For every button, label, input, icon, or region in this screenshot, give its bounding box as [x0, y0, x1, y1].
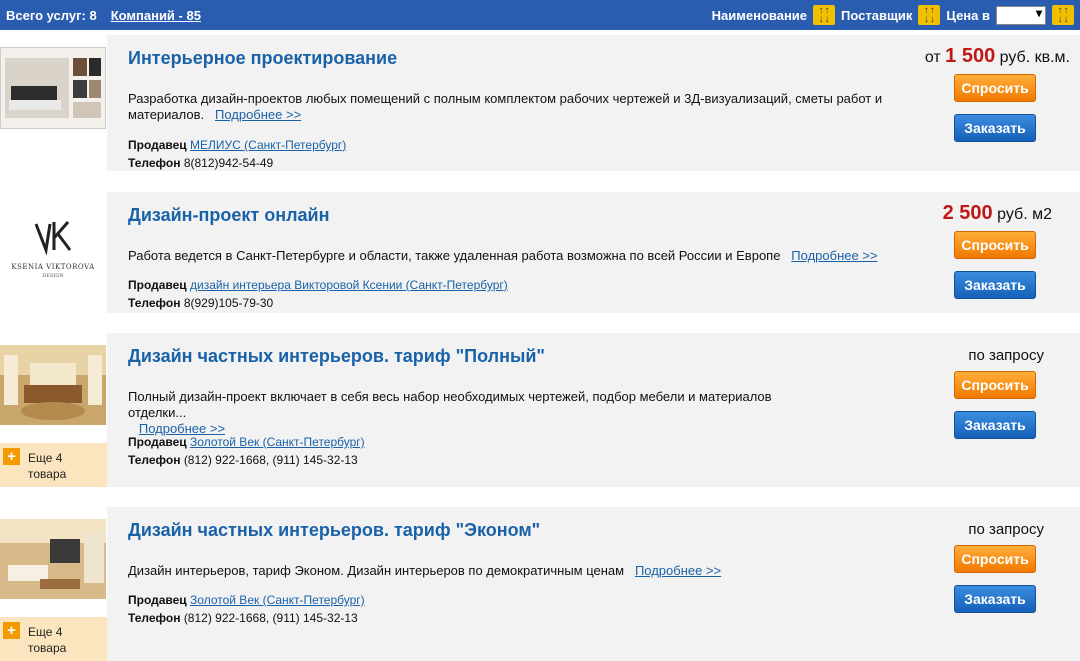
seller-link[interactable]: МЕЛИУС (Санкт-Петербург): [190, 138, 346, 152]
price-value: 2 500: [942, 202, 993, 224]
item-description: Разработка дизайн-проектов любых помещен…: [128, 91, 883, 122]
companies-link[interactable]: Компаний - 85: [111, 8, 201, 23]
item-title[interactable]: Дизайн-проект онлайн: [128, 205, 330, 226]
item-thumbnail[interactable]: [0, 47, 106, 129]
more-goods-text: Еще 4 товара: [28, 451, 67, 481]
sort-az-icon[interactable]: ↑ ↓ ↑ ↓: [1052, 5, 1074, 25]
phone-label: Телефон: [128, 296, 181, 310]
list-item: + Еще 4 товара Дизайн частных интерьеров…: [0, 507, 1080, 661]
seller-link[interactable]: Золотой Век (Санкт-Петербург): [190, 435, 365, 449]
seller-label: Продавец: [128, 278, 187, 292]
phone-value: (812) 922-1668, (911) 145-32-13: [183, 611, 358, 625]
order-button[interactable]: Заказать: [954, 585, 1036, 613]
ask-button[interactable]: Спросить: [954, 545, 1036, 573]
phone-line: Телефон (812) 922-1668, (911) 145-32-13: [128, 611, 358, 625]
seller-label: Продавец: [128, 593, 187, 607]
more-link[interactable]: Подробнее >>: [215, 107, 301, 122]
item-title[interactable]: Интерьерное проектирование: [128, 48, 397, 69]
more-link[interactable]: Подробнее >>: [139, 421, 225, 436]
item-description: Полный дизайн-проект включает в себя вес…: [128, 389, 772, 436]
order-button[interactable]: Заказать: [954, 114, 1036, 142]
phone-label: Телефон: [128, 453, 181, 467]
order-button[interactable]: Заказать: [954, 271, 1036, 299]
item-card: Дизайн частных интерьеров. тариф "Полный…: [107, 333, 1080, 487]
plus-icon: +: [3, 448, 20, 465]
seller-line: Продавец Золотой Век (Санкт-Петербург): [128, 435, 365, 449]
seller-link[interactable]: Золотой Век (Санкт-Петербург): [190, 593, 365, 607]
item-description: Дизайн интерьеров, тариф Эконом. Дизайн …: [128, 563, 722, 578]
price-unit: руб. м2: [997, 206, 1052, 223]
ask-button[interactable]: Спросить: [954, 231, 1036, 259]
sort-by-supplier-label[interactable]: Поставщик: [841, 8, 912, 23]
item-price: 2 500 руб. м2: [943, 202, 1052, 225]
sort-by-name-label[interactable]: Наименование: [712, 8, 807, 23]
phone-line: Телефон (812) 922-1668, (911) 145-32-13: [128, 453, 358, 467]
ask-button[interactable]: Спросить: [954, 74, 1036, 102]
list-item: KSENIA VIKTOROVA DESIGN Дизайн-проект он…: [0, 192, 1080, 313]
services-total: Всего услуг: 8: [6, 7, 97, 23]
more-goods-badge[interactable]: + Еще 4 товара: [0, 443, 107, 487]
thumbnail-column: [0, 35, 108, 171]
phone-value: (812) 922-1668, (911) 145-32-13: [183, 453, 358, 467]
ask-button[interactable]: Спросить: [954, 371, 1036, 399]
item-price: по запросу: [968, 521, 1044, 538]
logo-text: KSENIA VIKTOROVA: [11, 263, 95, 271]
logo-subtext: DESIGN: [42, 273, 64, 279]
seller-line: Продавец МЕЛИУС (Санкт-Петербург): [128, 138, 346, 152]
item-thumbnail[interactable]: [0, 519, 106, 599]
currency-select[interactable]: [996, 5, 1046, 25]
item-description: Работа ведется в Санкт-Петербурге и обла…: [128, 248, 878, 263]
item-thumbnail[interactable]: [0, 345, 106, 425]
more-goods-badge[interactable]: + Еще 4 товара: [0, 617, 107, 661]
plus-icon: +: [3, 622, 20, 639]
phone-label: Телефон: [128, 156, 181, 170]
phone-value: 8(929)105-79-30: [183, 296, 274, 310]
top-bar: Всего услуг: 8 Компаний - 85 Наименовани…: [0, 0, 1080, 30]
item-card: Дизайн-проект онлайн Работа ведется в Са…: [107, 192, 1080, 313]
seller-label: Продавец: [128, 138, 187, 152]
list-item: + Еще 4 товара Дизайн частных интерьеров…: [0, 333, 1080, 487]
sort-az-icon[interactable]: ↑ ↓ ↑ ↓: [813, 5, 836, 25]
seller-link[interactable]: дизайн интерьера Викторовой Ксении (Санк…: [190, 278, 508, 292]
seller-line: Продавец дизайн интерьера Викторовой Ксе…: [128, 278, 508, 292]
sort-by-price-label[interactable]: Цена в: [946, 8, 990, 23]
phone-line: Телефон 8(812)942-54-49: [128, 156, 273, 170]
phone-label: Телефон: [128, 611, 181, 625]
list-item: Интерьерное проектирование Разработка ди…: [0, 35, 1080, 171]
item-card: Дизайн частных интерьеров. тариф "Эконом…: [107, 507, 1080, 661]
price-value: 1 500: [945, 45, 996, 67]
more-goods-text: Еще 4 товара: [28, 625, 67, 655]
sort-az-icon[interactable]: ↑ ↓ ↑ ↓: [918, 5, 941, 25]
item-price: по запросу: [968, 347, 1044, 364]
item-card: Интерьерное проектирование Разработка ди…: [107, 35, 1080, 171]
item-title[interactable]: Дизайн частных интерьеров. тариф "Полный…: [128, 346, 545, 367]
item-thumbnail[interactable]: KSENIA VIKTOROVA DESIGN: [0, 200, 106, 296]
seller-label: Продавец: [128, 435, 187, 449]
order-button[interactable]: Заказать: [954, 411, 1036, 439]
phone-value: 8(812)942-54-49: [183, 156, 274, 170]
more-link[interactable]: Подробнее >>: [791, 248, 877, 263]
price-text: по запросу: [968, 521, 1044, 538]
more-link[interactable]: Подробнее >>: [635, 563, 721, 578]
price-unit: руб. кв.м.: [999, 49, 1070, 66]
item-title[interactable]: Дизайн частных интерьеров. тариф "Эконом…: [128, 520, 540, 541]
price-text: по запросу: [968, 347, 1044, 364]
thumbnail-column: + Еще 4 товара: [0, 333, 108, 487]
services-list: Интерьерное проектирование Разработка ди…: [0, 30, 1080, 661]
thumbnail-column: KSENIA VIKTOROVA DESIGN: [0, 192, 108, 313]
seller-line: Продавец Золотой Век (Санкт-Петербург): [128, 593, 365, 607]
thumbnail-column: + Еще 4 товара: [0, 507, 108, 661]
item-price: от 1 500 руб. кв.м.: [924, 45, 1070, 67]
phone-line: Телефон 8(929)105-79-30: [128, 296, 273, 310]
